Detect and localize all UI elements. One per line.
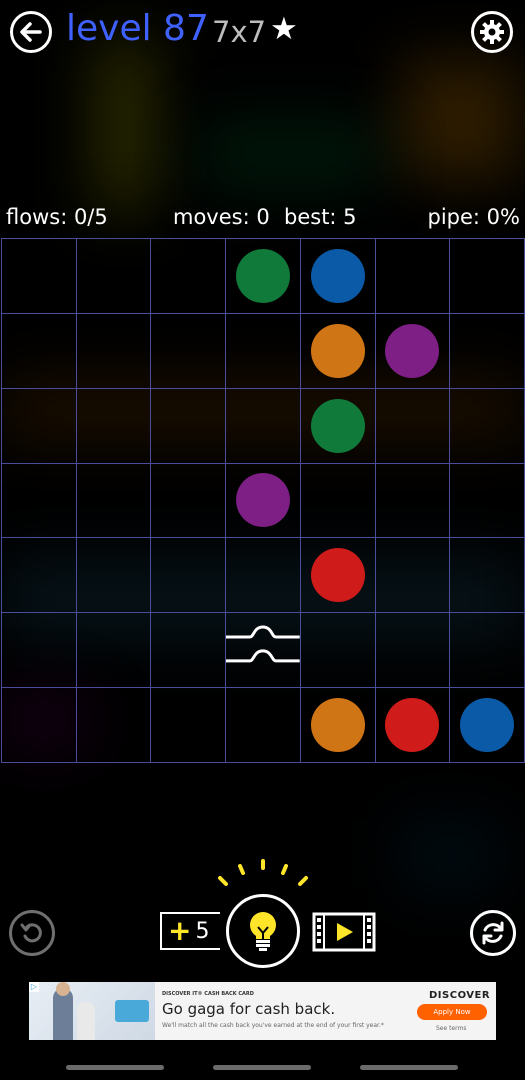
restart-button[interactable] xyxy=(470,910,516,956)
board-cell[interactable] xyxy=(299,687,376,763)
nav-indicator xyxy=(360,1065,458,1070)
board-cell[interactable] xyxy=(75,687,152,763)
board-cell[interactable] xyxy=(75,387,152,464)
header: level 87 7x7 ★ xyxy=(0,0,525,70)
lightbulb-rays-icon xyxy=(218,859,308,886)
arrow-left-icon xyxy=(20,22,42,42)
settings-button[interactable] xyxy=(471,11,513,53)
board-cell[interactable] xyxy=(1,387,77,464)
game-board[interactable] xyxy=(1,238,525,763)
board-cell[interactable] xyxy=(150,387,227,464)
back-button[interactable] xyxy=(10,11,52,53)
purple-dot[interactable] xyxy=(385,323,440,378)
moves-counter: moves: 0 xyxy=(173,205,270,229)
undo-button[interactable] xyxy=(9,910,55,956)
board-cell[interactable] xyxy=(225,238,301,314)
ad-image xyxy=(29,982,155,1040)
level-title: level 87 xyxy=(66,8,209,49)
board-cell[interactable] xyxy=(1,687,77,763)
red-dot[interactable] xyxy=(385,698,440,753)
flows-counter: flows: 0/5 xyxy=(6,205,108,229)
board-cell[interactable] xyxy=(150,612,227,689)
board-cell[interactable] xyxy=(299,238,376,314)
ad-apply-button[interactable]: Apply Now xyxy=(417,1004,487,1020)
board-cell[interactable] xyxy=(75,312,152,389)
pipe-percentage: pipe: 0% xyxy=(427,205,520,229)
ad-banner[interactable]: ▷ DISCOVER IT® CASH BACK CARD Go gaga fo… xyxy=(29,982,496,1040)
hint-count-badge: + 5 xyxy=(160,912,220,950)
green-dot[interactable] xyxy=(310,398,365,453)
board-cell[interactable] xyxy=(299,462,376,539)
ad-eyebrow: DISCOVER IT® CASH BACK CARD xyxy=(162,991,254,997)
bridge-icon xyxy=(226,625,300,663)
board-cell[interactable] xyxy=(1,612,77,689)
board-cell[interactable] xyxy=(150,537,227,614)
board-cell[interactable] xyxy=(150,687,227,763)
board-cell[interactable] xyxy=(449,238,525,314)
board-cell[interactable] xyxy=(374,612,451,689)
ad-brand-logo: DISCOVER xyxy=(429,990,491,1001)
board-cell[interactable] xyxy=(75,462,152,539)
board-cell[interactable] xyxy=(225,387,301,464)
board-cell[interactable] xyxy=(374,537,451,614)
nav-indicator xyxy=(213,1065,311,1070)
lightbulb-icon xyxy=(250,912,276,951)
board-cell[interactable] xyxy=(75,537,152,614)
board-cell[interactable] xyxy=(449,537,525,614)
hint-count: 5 xyxy=(195,918,210,944)
undo-icon xyxy=(20,923,42,943)
ad-terms-link[interactable]: See terms xyxy=(436,1025,466,1032)
green-dot[interactable] xyxy=(235,248,290,303)
ad-subtext: We'll match all the cash back you've ear… xyxy=(162,1022,384,1029)
board-cell[interactable] xyxy=(374,462,451,539)
board-cell[interactable] xyxy=(1,238,77,314)
board-cell[interactable] xyxy=(75,238,152,314)
best-score: best: 5 xyxy=(284,205,357,229)
restart-icon xyxy=(482,921,504,945)
star-icon: ★ xyxy=(270,11,298,47)
board-cell[interactable] xyxy=(150,312,227,389)
board-cell[interactable] xyxy=(225,687,301,763)
board-cell[interactable] xyxy=(1,312,77,389)
board-cell[interactable] xyxy=(1,537,77,614)
ad-person xyxy=(77,1002,95,1040)
orange-dot[interactable] xyxy=(310,323,365,378)
board-cell[interactable] xyxy=(449,462,525,539)
ad-choices-icon[interactable]: ▷ xyxy=(29,982,39,992)
ad-headline: Go gaga for cash back. xyxy=(162,1000,336,1018)
board-cell[interactable] xyxy=(449,612,525,689)
board-cell[interactable] xyxy=(449,387,525,464)
board-cell[interactable] xyxy=(225,612,301,689)
nav-indicator xyxy=(66,1065,164,1070)
blue-dot[interactable] xyxy=(460,698,515,753)
plus-icon: + xyxy=(168,914,192,947)
board-cell[interactable] xyxy=(449,312,525,389)
board-cell[interactable] xyxy=(374,687,451,763)
board-cell[interactable] xyxy=(225,312,301,389)
ad-person-head xyxy=(56,982,70,996)
board-cell[interactable] xyxy=(150,462,227,539)
board-cell[interactable] xyxy=(75,612,152,689)
board-cell[interactable] xyxy=(374,238,451,314)
board-cell[interactable] xyxy=(374,312,451,389)
board-cell[interactable] xyxy=(299,537,376,614)
board-cell[interactable] xyxy=(225,537,301,614)
video-play-icon[interactable] xyxy=(312,912,376,952)
gear-icon xyxy=(480,20,504,44)
board-cell[interactable] xyxy=(449,687,525,763)
board-cell[interactable] xyxy=(374,387,451,464)
red-dot[interactable] xyxy=(310,548,365,603)
orange-dot[interactable] xyxy=(310,698,365,753)
blue-dot[interactable] xyxy=(310,248,365,303)
grid-size-label: 7x7 xyxy=(212,15,267,49)
board-cell[interactable] xyxy=(225,462,301,539)
board-cell[interactable] xyxy=(299,312,376,389)
board-cell[interactable] xyxy=(150,238,227,314)
purple-dot[interactable] xyxy=(235,473,290,528)
board-cell[interactable] xyxy=(1,462,77,539)
board-cell[interactable] xyxy=(299,387,376,464)
board-cell[interactable] xyxy=(299,612,376,689)
ad-card-image xyxy=(115,1000,149,1022)
hint-button[interactable] xyxy=(226,894,300,968)
